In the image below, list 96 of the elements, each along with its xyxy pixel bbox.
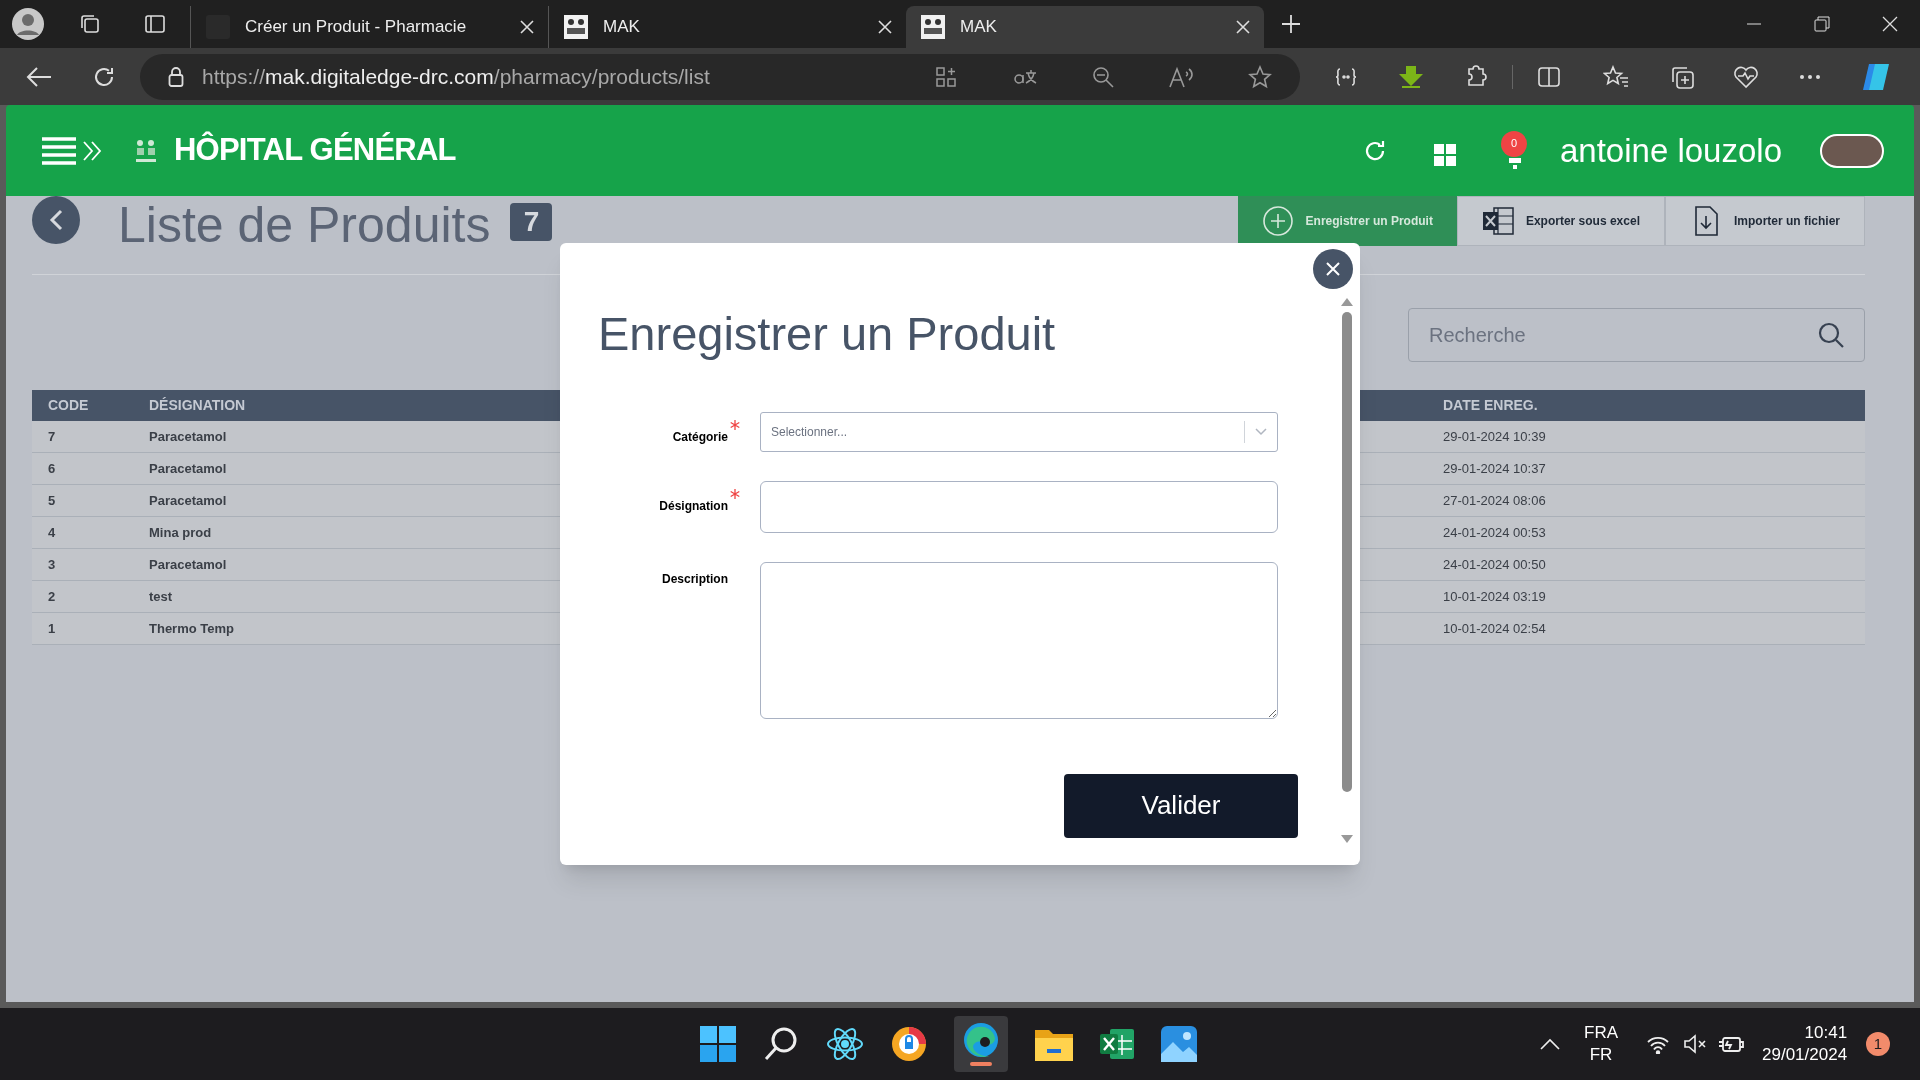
favicon-icon (920, 14, 946, 40)
clock-date[interactable]: 29/01/2024 (1762, 1044, 1848, 1066)
download-arrow-icon[interactable] (1398, 64, 1424, 89)
logo-icon (134, 137, 158, 164)
braces-icon[interactable] (1334, 66, 1358, 87)
plus-circle-icon (1261, 205, 1294, 237)
table-cell-text: Paracetamol (149, 491, 227, 510)
profile-icon[interactable] (11, 7, 45, 41)
table-cell-text: 24-01-2024 00:53 (1443, 523, 1546, 542)
favorites-icon[interactable] (1603, 64, 1629, 89)
clock-time[interactable]: 10:41 (1804, 1022, 1848, 1044)
table-cell-text: 4 (48, 523, 56, 542)
close-tab-icon[interactable] (520, 20, 534, 34)
split-screen-icon[interactable] (1537, 65, 1561, 88)
product-count: 7 (510, 203, 553, 241)
table-cell-text: 29-01-2024 10:39 (1443, 427, 1546, 446)
scroll-down-icon[interactable] (1341, 835, 1353, 843)
photos-icon[interactable] (1161, 1026, 1197, 1062)
keyboard-layout[interactable]: FR (1589, 1044, 1613, 1066)
read-aloud-icon[interactable] (1168, 65, 1194, 88)
scroll-up-icon[interactable] (1341, 298, 1353, 306)
table-cell-text: 5 (48, 491, 56, 510)
table-cell-text: Thermo Temp (149, 619, 234, 638)
table-cell-text: 10-01-2024 02:54 (1443, 619, 1546, 638)
back-icon[interactable] (26, 65, 52, 88)
hospital-title: HÔPITAL GÉNÉRAL (174, 130, 456, 170)
table-cell-text: Mina prod (149, 523, 212, 542)
chevron-down-icon (1255, 427, 1267, 436)
menu-icon[interactable] (42, 135, 78, 166)
table-cell-text: 29-01-2024 10:37 (1443, 459, 1546, 478)
table-cell-text: 2 (48, 587, 56, 606)
atom-icon[interactable] (826, 1026, 864, 1062)
grid-icon[interactable] (1434, 143, 1456, 166)
scrollbar[interactable] (1340, 298, 1354, 843)
spreadsheet-icon[interactable] (1100, 1027, 1134, 1061)
table-cell-text: Paracetamol (149, 555, 227, 574)
designation-input[interactable] (760, 480, 1278, 533)
close-icon (1326, 262, 1340, 276)
column-header[interactable]: DATE ENREG. (1443, 395, 1538, 416)
close-tab-icon[interactable] (1236, 20, 1250, 34)
chevron-up-icon[interactable] (1540, 1038, 1560, 1050)
close-icon[interactable] (1882, 16, 1898, 32)
table-cell-text: Paracetamol (149, 459, 227, 478)
favorite-icon[interactable] (1248, 64, 1272, 89)
restore-icon[interactable] (1814, 16, 1830, 32)
close-button[interactable] (1313, 249, 1353, 289)
new-tab-icon[interactable] (1280, 13, 1302, 35)
double-chevron-icon[interactable] (82, 139, 102, 162)
modal-title: Enregistrer un Produit (598, 306, 1057, 362)
app-available-icon[interactable] (934, 64, 958, 89)
avatar-placeholder[interactable] (1820, 133, 1884, 168)
muted-speaker-icon[interactable] (1683, 1034, 1707, 1054)
category-select[interactable]: Selectionner... (760, 411, 1278, 452)
back-button[interactable] (32, 196, 80, 244)
table-cell-text: 24-01-2024 00:50 (1443, 555, 1546, 574)
table-cell-text: 27-01-2024 08:06 (1443, 491, 1546, 510)
workspaces-icon[interactable] (78, 12, 102, 36)
favicon-icon (563, 14, 589, 40)
address-bar[interactable]: https://mak.digitaledge-drc.com/pharmacy/products/list (140, 53, 1300, 100)
notification-badge: 0 (1501, 130, 1527, 157)
url-text: https://mak.digitaledge-drc.com/pharmacy/products/list (202, 63, 710, 90)
page-title: Liste de Produits (118, 196, 491, 255)
more-icon[interactable] (1799, 73, 1821, 80)
secure-browser-icon[interactable] (891, 1026, 927, 1062)
toolbar-button[interactable]: Exporter sous excel (1456, 196, 1665, 246)
lock-icon (168, 66, 184, 87)
edge-icon[interactable] (963, 1022, 999, 1058)
folder-icon[interactable] (1035, 1027, 1073, 1061)
table-cell-text: 1 (48, 619, 56, 638)
column-header[interactable]: CODE (32, 395, 149, 416)
table-cell-text: 3 (48, 555, 56, 574)
table-cell-text: 6 (48, 459, 56, 478)
table-cell-text: 10-01-2024 03:19 (1443, 587, 1546, 606)
field-label: Désignation (659, 497, 728, 515)
submit-button[interactable]: Valider (1064, 773, 1298, 838)
table-cell-text: 7 (48, 427, 56, 446)
browser-tab[interactable]: MAK (906, 6, 1264, 48)
search-field[interactable]: Recherche (1408, 308, 1865, 362)
field-label: Description (662, 570, 728, 588)
table-cell-text: test (149, 587, 173, 606)
search-input[interactable]: Recherche (1429, 320, 1818, 350)
toolbar-button[interactable]: Importer un fichier (1665, 196, 1865, 246)
search-icon[interactable] (763, 1026, 799, 1062)
wifi-icon[interactable] (1647, 1036, 1669, 1054)
field-label: Catégorie (672, 428, 728, 446)
bell-icon[interactable] (1507, 157, 1523, 170)
language-indicator[interactable]: FRA (1584, 1022, 1618, 1044)
spreadsheet-icon (1481, 205, 1514, 237)
zoom-out-icon[interactable] (1092, 65, 1114, 88)
start-icon[interactable] (700, 1026, 736, 1062)
tab-actions-icon[interactable] (144, 13, 166, 35)
health-icon[interactable] (1733, 64, 1759, 89)
chevron-left-icon (49, 209, 63, 231)
notification-badge[interactable]: 1 (1866, 1032, 1890, 1056)
table-cell-text: Paracetamol (149, 427, 227, 446)
close-tab-icon[interactable] (878, 20, 892, 34)
